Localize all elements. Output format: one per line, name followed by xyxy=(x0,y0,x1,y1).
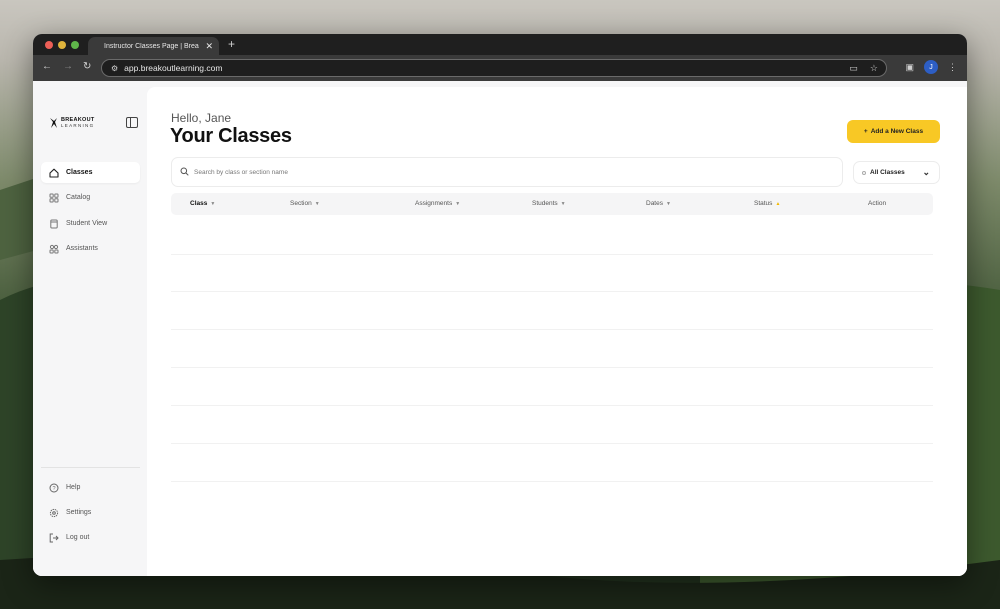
sidebar-item-label: Catalog xyxy=(66,194,91,201)
column-label: Dates xyxy=(646,200,663,207)
new-tab-button[interactable]: + xyxy=(228,37,235,51)
sidebar-divider xyxy=(41,467,140,468)
sidebar: BREAKOUT LEARNING Classes Catalog Studen… xyxy=(33,81,147,576)
sidebar-toggle-icon[interactable] xyxy=(126,117,138,128)
sidebar-item-student-view[interactable]: Student View xyxy=(41,213,140,234)
logo-subtext: LEARNING xyxy=(61,123,95,128)
extensions-icon[interactable]: ▣ xyxy=(905,62,914,73)
column-header-students[interactable]: Students ▼ xyxy=(532,200,566,207)
column-label: Section xyxy=(290,200,312,207)
sort-caret-icon: ▼ xyxy=(314,200,320,207)
column-header-action: Action xyxy=(868,200,886,207)
url-text: app.breakoutlearning.com xyxy=(124,63,223,73)
people-icon xyxy=(49,244,59,254)
filter-status-icon xyxy=(862,170,866,175)
greeting: Hello, Jane xyxy=(171,111,232,125)
site-settings-icon[interactable]: ⚙ xyxy=(111,64,118,73)
sidebar-item-label: Assistants xyxy=(66,245,98,252)
browser-tab[interactable]: Instructor Classes Page | Brea ✕ xyxy=(88,37,219,55)
table-header: Class ▼ Section ▼ Assignments ▼ Students… xyxy=(171,193,933,215)
search-bar[interactable] xyxy=(171,157,843,187)
table-row-divider xyxy=(171,254,933,255)
chevron-down-icon: ⌄ xyxy=(922,167,930,177)
main-content: Hello, Jane Your Classes + Add a New Cla… xyxy=(147,87,967,576)
sidebar-item-label: Settings xyxy=(66,509,92,516)
column-label: Status xyxy=(754,200,773,207)
window-controls xyxy=(45,41,79,49)
cast-icon[interactable]: ▭ xyxy=(849,63,858,74)
column-header-dates[interactable]: Dates ▼ xyxy=(646,200,671,207)
logo-wordmark: BREAKOUT LEARNING xyxy=(61,117,95,129)
table-row-divider xyxy=(171,329,933,330)
address-bar[interactable]: ⚙ app.breakoutlearning.com ▭ ☆ xyxy=(101,59,887,77)
column-header-status[interactable]: Status ▲ xyxy=(754,200,780,207)
profile-avatar[interactable]: J xyxy=(924,60,938,74)
page-title: Your Classes xyxy=(170,125,292,147)
close-window-button[interactable] xyxy=(45,41,53,49)
house-icon xyxy=(49,168,59,178)
sort-caret-icon: ▼ xyxy=(210,200,216,207)
add-new-class-button[interactable]: + Add a New Class xyxy=(847,120,940,143)
column-label: Students xyxy=(532,200,558,207)
svg-text:?: ? xyxy=(52,486,55,492)
table-row-divider xyxy=(171,291,933,292)
sidebar-item-settings[interactable]: Settings xyxy=(41,502,140,523)
sort-caret-icon: ▼ xyxy=(665,200,671,207)
document-icon xyxy=(49,219,59,229)
sort-caret-active-icon: ▲ xyxy=(775,200,781,207)
sort-caret-icon: ▼ xyxy=(560,200,566,207)
column-header-assignments[interactable]: Assignments ▼ xyxy=(415,200,460,207)
breakout-logo[interactable]: BREAKOUT LEARNING xyxy=(49,117,95,129)
table-row-divider xyxy=(171,367,933,368)
help-icon: ? xyxy=(49,483,59,493)
grid-icon xyxy=(49,193,59,203)
minimize-window-button[interactable] xyxy=(58,41,66,49)
sidebar-item-help[interactable]: ? Help xyxy=(41,477,140,498)
gear-icon xyxy=(49,508,59,518)
search-input[interactable] xyxy=(194,168,794,176)
sidebar-item-label: Log out xyxy=(66,534,90,541)
sidebar-item-catalog[interactable]: Catalog xyxy=(41,187,140,208)
column-header-section[interactable]: Section ▼ xyxy=(290,200,320,207)
tab-bar: Instructor Classes Page | Brea ✕ + xyxy=(33,34,967,55)
class-filter-dropdown[interactable]: All Classes ⌄ xyxy=(853,161,940,184)
logo-mark-icon xyxy=(50,118,57,128)
tab-title: Instructor Classes Page | Brea xyxy=(104,42,199,50)
sort-caret-icon: ▼ xyxy=(455,200,461,207)
sidebar-item-label: Student View xyxy=(66,220,108,227)
maximize-window-button[interactable] xyxy=(71,41,79,49)
bookmark-star-icon[interactable]: ☆ xyxy=(870,63,878,74)
browser-toolbar: ← → ↻ ⚙ app.breakoutlearning.com ▭ ☆ ▣ J… xyxy=(33,55,967,81)
search-icon xyxy=(180,163,189,181)
browser-window: Instructor Classes Page | Brea ✕ + ← → ↻… xyxy=(33,34,967,576)
sidebar-item-assistants[interactable]: Assistants xyxy=(41,238,140,259)
logout-icon xyxy=(49,533,59,543)
browser-menu-icon[interactable]: ⋮ xyxy=(948,62,957,73)
close-tab-icon[interactable]: ✕ xyxy=(205,41,213,52)
sidebar-item-logout[interactable]: Log out xyxy=(41,527,140,548)
table-row-divider xyxy=(171,443,933,444)
column-label: Class xyxy=(190,200,208,207)
sidebar-item-label: Help xyxy=(66,484,81,491)
plus-icon: + xyxy=(863,128,868,135)
back-icon[interactable]: ← xyxy=(42,61,52,72)
filter-label: All Classes xyxy=(870,169,905,176)
add-new-class-label: Add a New Class xyxy=(870,128,924,135)
table-row-divider xyxy=(171,481,933,482)
column-label: Action xyxy=(868,200,887,207)
app-container: BREAKOUT LEARNING Classes Catalog Studen… xyxy=(33,81,967,576)
sidebar-item-classes[interactable]: Classes xyxy=(41,162,140,183)
forward-icon[interactable]: → xyxy=(63,61,73,72)
table-row-divider xyxy=(171,405,933,406)
sidebar-item-label: Classes xyxy=(66,169,93,176)
column-label: Assignments xyxy=(415,200,453,207)
reload-icon[interactable]: ↻ xyxy=(83,61,91,72)
column-header-class[interactable]: Class ▼ xyxy=(190,200,215,207)
